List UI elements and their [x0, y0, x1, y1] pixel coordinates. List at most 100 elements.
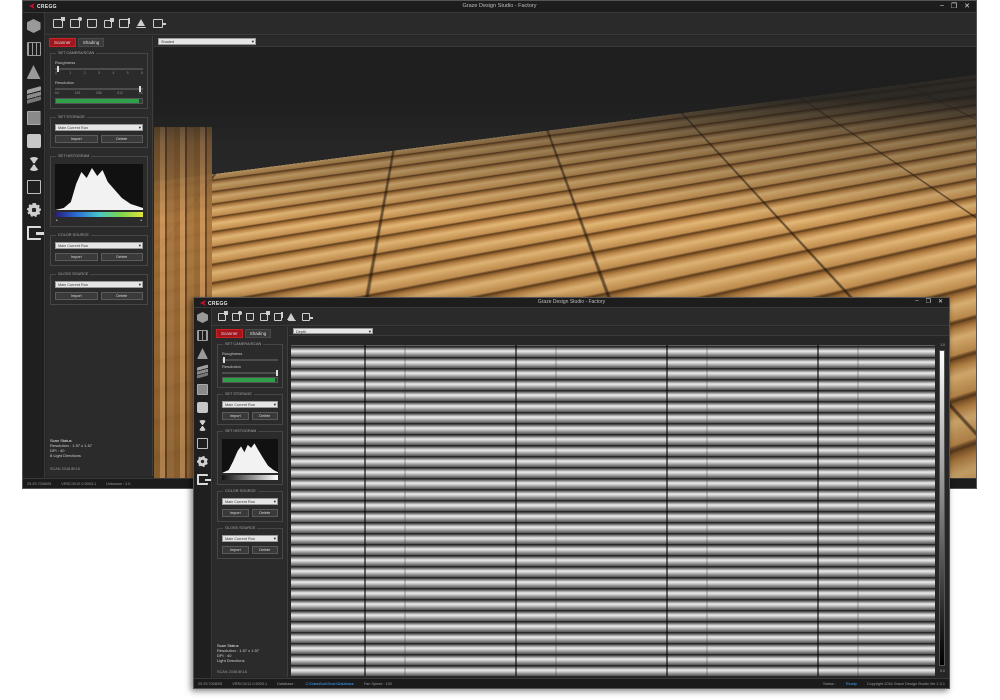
camera-settings-group: SET CAMERA/SCAN Roughness Resolution — [217, 344, 283, 388]
slider-knob[interactable] — [223, 357, 225, 363]
histogram-group: SET HISTOGRAM — [217, 431, 283, 485]
cube-icon[interactable] — [27, 19, 41, 33]
storage-select[interactable]: Main Current Run — [222, 401, 278, 408]
delete-button[interactable]: Delete — [101, 253, 144, 261]
delete-button[interactable]: Delete — [252, 546, 279, 554]
export-icon[interactable] — [119, 19, 129, 28]
right-handle-icon[interactable]: ▲ — [140, 218, 143, 222]
group-title: SET STORAGE — [223, 392, 254, 396]
gloss-source-select[interactable]: Main Current Run — [55, 281, 143, 288]
histogram-handles: ▲ ▲ — [55, 218, 143, 222]
import-button[interactable]: Import — [222, 509, 249, 517]
save-icon[interactable] — [260, 313, 268, 321]
group-title: SET STORAGE — [56, 115, 87, 119]
roughness-ticks: 0123456 — [55, 71, 143, 75]
minimize-icon[interactable]: – — [915, 298, 918, 305]
group-title: SET HISTOGRAM — [56, 154, 91, 158]
image-icon[interactable] — [27, 111, 41, 125]
minimize-icon[interactable]: – — [940, 2, 944, 10]
status-path[interactable]: C:\Data\Bulk\Scan\Database — [306, 682, 354, 686]
light-icon[interactable] — [27, 65, 41, 79]
gear-icon[interactable] — [27, 203, 41, 217]
color-buttons: Import Delete — [222, 509, 278, 517]
storage-select[interactable]: Main Current Run — [55, 124, 143, 131]
roughness-slider[interactable] — [55, 68, 143, 70]
status-value: Ready — [846, 682, 857, 686]
front-panel-tabs: Scanner Shading — [213, 327, 287, 340]
close-icon[interactable]: ✕ — [964, 2, 970, 10]
tab-scanner[interactable]: Scanner — [216, 329, 243, 338]
delete-button[interactable]: Delete — [101, 135, 144, 143]
import-icon[interactable] — [87, 19, 97, 28]
delete-button[interactable]: Delete — [252, 412, 279, 420]
roughness-slider[interactable] — [222, 359, 278, 361]
back-view-header: Shaded — [154, 36, 976, 47]
close-icon[interactable]: ✕ — [938, 298, 943, 305]
layers-icon[interactable] — [197, 365, 208, 379]
view-mode-select[interactable]: Depth — [293, 328, 373, 334]
monitor-icon[interactable] — [27, 134, 41, 148]
front-leftbar — [194, 308, 212, 688]
warning-icon[interactable] — [136, 19, 146, 28]
depth-min-label: 0.0 — [940, 669, 945, 673]
slider-knob[interactable] — [57, 66, 59, 72]
import-button[interactable]: Import — [55, 292, 98, 300]
resolution-slider[interactable] — [55, 88, 143, 90]
exit-icon[interactable] — [302, 313, 310, 321]
import-button[interactable]: Import — [222, 546, 249, 554]
back-panel-tabs: Scanner Shading — [46, 36, 152, 49]
import-icon[interactable] — [246, 313, 254, 321]
status-label: Status : — [823, 682, 836, 686]
color-source-select[interactable]: Main Current Run — [55, 242, 143, 249]
view-mode-select[interactable]: Shaded — [158, 38, 256, 45]
group-title: GLOSS SOURCE — [223, 526, 257, 530]
gear-icon[interactable] — [197, 456, 208, 467]
front-depth-viewport[interactable] — [291, 345, 935, 676]
image-icon[interactable] — [197, 384, 208, 395]
resolution-ticks: 64 128 256 512 1K — [55, 91, 143, 95]
tab-shading[interactable]: Shading — [245, 329, 272, 338]
open-scan-icon[interactable] — [232, 313, 240, 321]
warning-icon[interactable] — [288, 313, 296, 321]
tools-icon[interactable] — [27, 157, 41, 171]
maximize-icon[interactable]: ❐ — [926, 298, 931, 305]
grid-icon[interactable] — [197, 330, 208, 341]
tab-shading[interactable]: Shading — [78, 38, 105, 47]
grid-icon[interactable] — [27, 42, 41, 56]
left-handle-icon[interactable]: ▲ — [55, 218, 58, 222]
resolution-slider[interactable] — [222, 372, 278, 374]
monitor-icon[interactable] — [197, 402, 208, 413]
delete-button[interactable]: Delete — [252, 509, 279, 517]
save-icon[interactable] — [104, 20, 112, 28]
histogram-chart — [55, 164, 143, 210]
slider-knob[interactable] — [276, 370, 278, 376]
color-source-group: COLOR SOURCE Main Current Run Import Del… — [217, 491, 283, 522]
frame-icon[interactable] — [27, 180, 41, 194]
export-icon[interactable] — [274, 313, 282, 321]
import-button[interactable]: Import — [55, 135, 98, 143]
tools-icon[interactable] — [197, 420, 208, 431]
exit-icon[interactable] — [153, 19, 163, 28]
color-source-select[interactable]: Main Current Run — [222, 498, 278, 505]
scan-id: SCAN 2048 8K16 — [50, 467, 80, 471]
back-toolbar — [23, 13, 976, 35]
tab-scanner[interactable]: Scanner — [49, 38, 76, 47]
delete-button[interactable]: Delete — [101, 292, 144, 300]
cube-icon[interactable] — [197, 312, 208, 323]
new-scan-icon[interactable] — [53, 19, 63, 28]
front-window-controls: – ❐ ✕ — [915, 298, 943, 305]
roughness-label: Roughness — [222, 351, 278, 356]
copyright: Copyright 2016 Graze Design Studio Ver 1… — [867, 682, 945, 686]
light-icon[interactable] — [197, 348, 208, 359]
import-button[interactable]: Import — [55, 253, 98, 261]
gloss-source-select[interactable]: Main Current Run — [222, 535, 278, 542]
import-button[interactable]: Import — [222, 412, 249, 420]
logout-icon[interactable] — [197, 474, 208, 485]
new-scan-icon[interactable] — [218, 313, 226, 321]
logout-icon[interactable] — [27, 226, 41, 240]
maximize-icon[interactable]: ❐ — [951, 2, 957, 10]
frame-icon[interactable] — [197, 438, 208, 449]
open-scan-icon[interactable] — [70, 19, 80, 28]
layers-icon[interactable] — [27, 86, 41, 104]
slider-knob[interactable] — [139, 86, 141, 92]
